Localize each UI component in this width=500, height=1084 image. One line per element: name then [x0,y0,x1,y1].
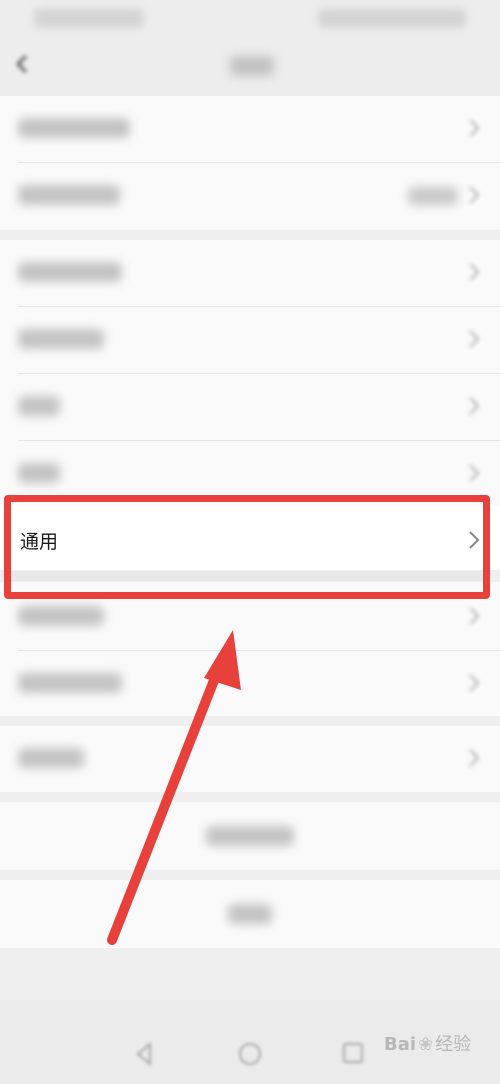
pointer-arrow-icon [107,630,241,945]
baidu-jingyan-watermark: Bai ❀ 经验 [384,1030,471,1056]
watermark-suffix: 经验 [435,1034,472,1055]
watermark-prefix: Bai [384,1034,417,1055]
paw-icon: ❀ [418,1034,434,1055]
